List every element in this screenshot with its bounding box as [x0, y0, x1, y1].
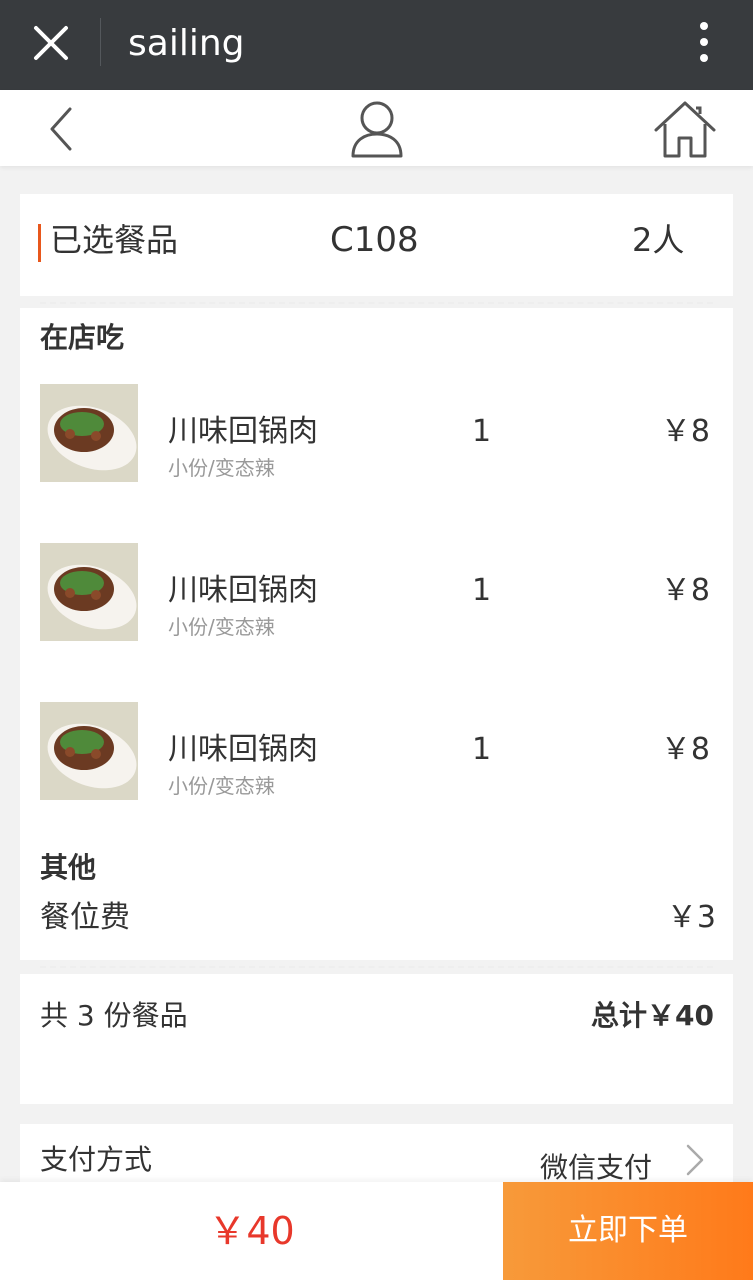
dish-thumbnail — [40, 702, 138, 800]
more-vertical-icon[interactable] — [692, 20, 716, 68]
dish-qty: 1 — [472, 573, 492, 608]
dish-price: ￥8 — [660, 573, 710, 608]
window-title: sailing — [128, 23, 245, 64]
title-divider — [100, 18, 101, 66]
dish-thumbnail — [40, 384, 138, 482]
dish-spec: 小份/变态辣 — [168, 456, 275, 480]
dish-qty: 1 — [472, 414, 492, 449]
seat-fee-label: 餐位费 — [40, 900, 130, 935]
dish-name: 川味回锅肉 — [168, 414, 318, 449]
dish-price: ￥8 — [660, 732, 710, 767]
totals-card: 共 3 份餐品 总计￥40 — [20, 974, 733, 1104]
dashed-divider — [40, 966, 713, 968]
nav-bar — [0, 90, 753, 166]
dish-spec: 小份/变态辣 — [168, 774, 275, 798]
list-item: 川味回锅肉 小份/变态辣 1 ￥8 — [20, 702, 733, 802]
dish-name: 川味回锅肉 — [168, 573, 318, 608]
selected-items-label: 已选餐品 — [50, 221, 179, 259]
dine-in-title: 在店吃 — [40, 321, 125, 354]
payment-method-label: 支付方式 — [40, 1143, 153, 1176]
people-count: 2人 — [632, 221, 685, 259]
item-count: 共 3 份餐品 — [40, 999, 188, 1032]
place-order-button[interactable]: 立即下单 — [503, 1182, 753, 1280]
dish-spec: 小份/变态辣 — [168, 615, 275, 639]
table-number: C108 — [330, 220, 419, 260]
chevron-left-icon[interactable] — [40, 104, 80, 154]
title-bar: sailing — [0, 0, 753, 90]
user-icon[interactable] — [348, 98, 406, 160]
dish-price: ￥8 — [660, 414, 710, 449]
list-item: 川味回锅肉 小份/变态辣 1 ￥8 — [20, 543, 733, 643]
accent-bar — [38, 224, 41, 262]
list-item: 川味回锅肉 小份/变态辣 1 ￥8 — [20, 384, 733, 484]
dish-qty: 1 — [472, 732, 492, 767]
other-title: 其他 — [40, 851, 97, 884]
home-icon[interactable] — [652, 98, 718, 160]
chevron-right-icon — [686, 1144, 704, 1176]
total-amount: 总计￥40 — [591, 999, 714, 1032]
checkout-amount: ￥40 — [208, 1209, 295, 1253]
seat-fee-price: ￥3 — [666, 900, 716, 935]
dish-name: 川味回锅肉 — [168, 732, 318, 767]
checkout-bar: ￥40 立即下单 — [0, 1182, 753, 1280]
dish-thumbnail — [40, 543, 138, 641]
close-icon[interactable] — [30, 22, 72, 64]
dashed-divider — [40, 302, 713, 304]
order-summary-card: 已选餐品 C108 2人 — [20, 194, 733, 296]
order-items-card: 在店吃 川味回锅肉 小份/变态辣 1 ￥8 川味回锅肉 小份/变态辣 1 ￥8 — [20, 308, 733, 960]
